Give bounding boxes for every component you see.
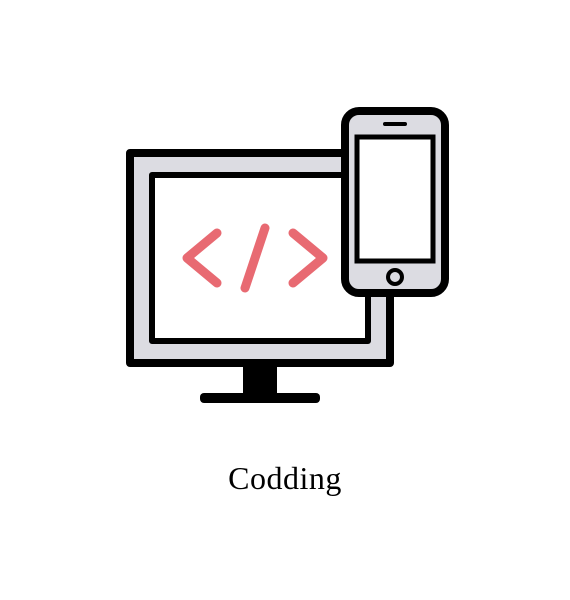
- illustration-container: Codding: [105, 103, 465, 497]
- caption-text: Codding: [105, 460, 465, 497]
- coding-devices-icon: [105, 103, 465, 433]
